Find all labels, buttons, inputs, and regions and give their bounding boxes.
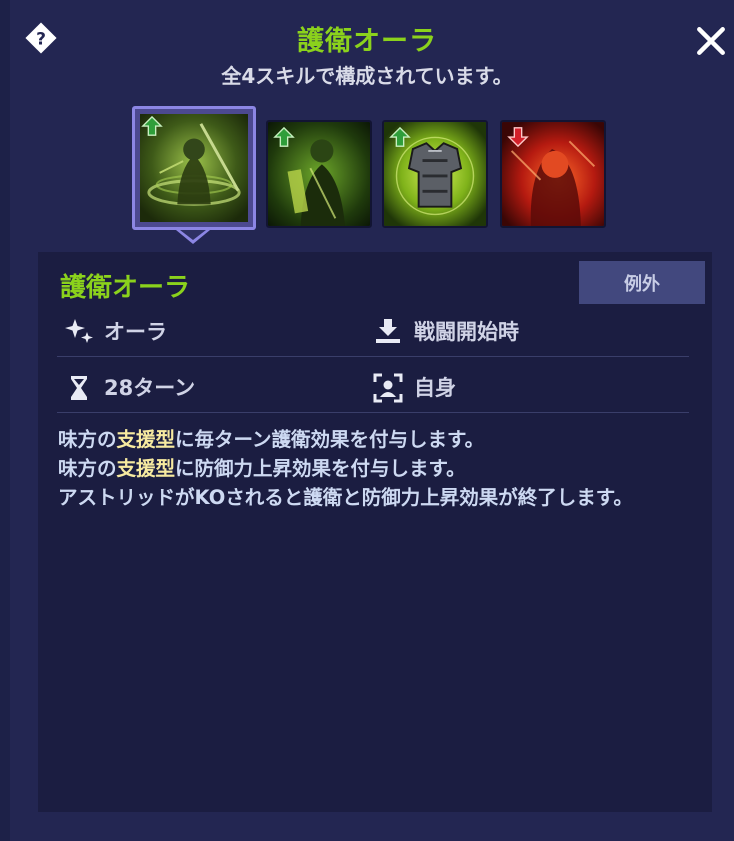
buff-up-arrow-icon (389, 126, 411, 147)
selected-skill-pointer-inner (180, 230, 206, 240)
skill-detail-card: 護衛オーラ 例外 オーラ 戦闘開始時 28ターン 自身 味方の支援型に毎ターン護… (38, 252, 712, 812)
description-line-3: アストリッドがKOされると護衛と防御力上昇効果が終了します。 (58, 486, 633, 509)
exception-tag: 例外 (579, 261, 705, 304)
skill-description: 味方の支援型に毎ターン護衛効果を付与します。 味方の支援型に防御力上昇効果を付与… (58, 425, 698, 512)
skill-slot-3[interactable] (382, 120, 488, 228)
trigger-value: 戦闘開始時 (414, 320, 519, 344)
buff-up-arrow-icon (273, 126, 295, 147)
page-title: 護衛オーラ (297, 26, 437, 57)
description-line-1: 味方の支援型に毎ターン護衛効果を付与します。 (58, 428, 485, 451)
skill-slot-1[interactable] (132, 106, 256, 230)
description-line-2: 味方の支援型に防御力上昇効果を付与します。 (58, 457, 466, 480)
page-subtitle: 全4スキルで構成されています。 (221, 64, 513, 88)
self-target-icon (373, 373, 403, 403)
debuff-down-arrow-icon (507, 127, 529, 148)
hourglass-icon (71, 376, 87, 400)
duration-value: 28ターン (104, 376, 196, 400)
row-divider (57, 412, 689, 413)
skill-slot-2[interactable] (266, 120, 372, 228)
target-value: 自身 (414, 376, 456, 400)
battle-start-icon (376, 319, 400, 343)
buff-up-arrow-icon (141, 115, 163, 136)
category-value: オーラ (104, 320, 167, 344)
aura-sparkle-icon (65, 319, 93, 343)
background-edge (0, 0, 10, 841)
skill-name: 護衛オーラ (60, 273, 191, 303)
skill-slot-4[interactable] (500, 120, 606, 228)
row-divider (57, 356, 689, 357)
